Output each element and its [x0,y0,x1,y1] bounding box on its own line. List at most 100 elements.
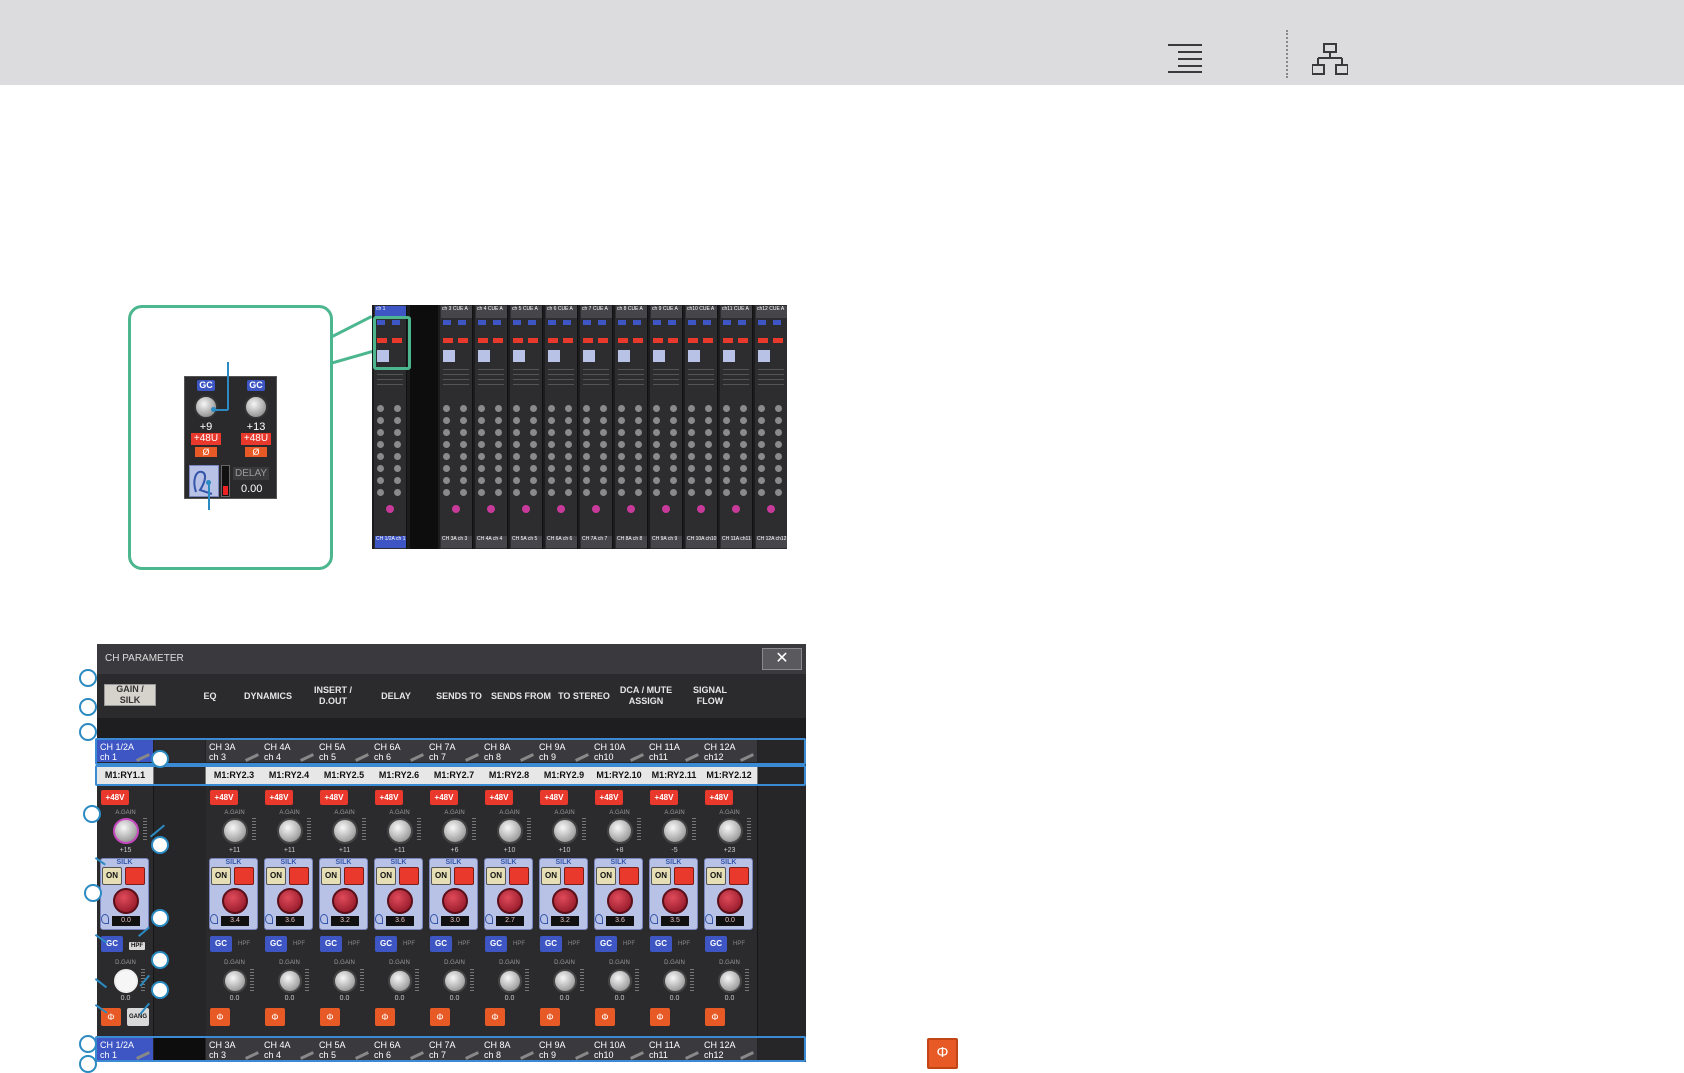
overview-strip[interactable]: ch 8 CUE A CH 8A ch 8 [615,305,648,549]
phantom-power-button[interactable]: +48U [241,433,271,445]
hpf-button[interactable]: HPF [568,941,580,947]
digital-gain-knob[interactable] [114,969,138,993]
phase-button[interactable]: Φ [650,1008,670,1026]
phase-button[interactable]: Ø [195,447,217,457]
hpf-button[interactable]: HPF [129,942,145,950]
silk-texture-knob[interactable] [332,888,358,914]
phantom-power-button[interactable]: +48V [650,790,678,805]
phantom-power-button[interactable]: +48V [375,790,403,805]
silk-type-button[interactable] [399,867,419,885]
phantom-power-button[interactable]: +48V [320,790,348,805]
analog-gain-knob[interactable] [332,818,358,844]
hpf-button[interactable]: HPF [403,941,415,947]
hpf-button[interactable]: HPF [678,941,690,947]
digital-gain-knob[interactable] [553,969,577,993]
phase-button[interactable]: Φ [540,1008,560,1026]
hpf-button[interactable]: HPF [733,941,745,947]
tab-delay[interactable]: DELAY [365,680,427,712]
silk-texture-knob[interactable] [607,888,633,914]
silk-on-button[interactable]: ON [651,867,671,885]
gain-compensation-button[interactable]: GC [210,936,232,952]
overview-strip[interactable]: ch 4 CUE A CH 4A ch 4 [475,305,508,549]
analog-gain-knob[interactable] [113,818,139,844]
phantom-power-button[interactable]: +48V [705,790,733,805]
silk-type-button[interactable] [729,867,749,885]
digital-gain-knob[interactable] [278,969,302,993]
analog-gain-knob[interactable] [442,818,468,844]
tab-insert-d-out[interactable]: INSERT / D.OUT [302,680,364,712]
overview-strip[interactable]: ch11 CUE A CH 11A ch11 [720,305,753,549]
hpf-button[interactable]: HPF [238,941,250,947]
silk-type-button[interactable] [344,867,364,885]
gain-compensation-button[interactable]: GC [101,936,123,952]
silk-on-button[interactable]: ON [211,867,231,885]
phantom-power-button[interactable]: +48V [430,790,458,805]
gain-compensation-button[interactable]: GC [375,936,397,952]
hpf-button[interactable]: HPF [458,941,470,947]
digital-gain-knob[interactable] [388,969,412,993]
tab-signal-flow[interactable]: SIGNAL FLOW [679,680,741,712]
phantom-power-button[interactable]: +48V [595,790,623,805]
digital-gain-knob[interactable] [608,969,632,993]
overview-strip[interactable]: ch 3 CUE A CH 3A ch 3 [440,305,473,549]
overview-strip[interactable]: ch 5 CUE A CH 5A ch 5 [510,305,543,549]
phase-button[interactable]: Ø [245,447,267,457]
digital-gain-knob[interactable] [223,969,247,993]
analog-gain-knob[interactable] [607,818,633,844]
phantom-power-button[interactable]: +48V [485,790,513,805]
phantom-power-button[interactable]: +48U [191,433,221,445]
overview-strip[interactable]: ch 9 CUE A CH 9A ch 9 [650,305,683,549]
gain-compensation-button[interactable]: GC [320,936,342,952]
phase-button[interactable]: Φ [927,1038,958,1069]
silk-texture-knob[interactable] [222,888,248,914]
silk-texture-knob[interactable] [717,888,743,914]
gain-compensation-button[interactable]: GC [705,936,727,952]
menu-icon[interactable] [1168,43,1202,73]
digital-gain-knob[interactable] [443,969,467,993]
analog-gain-knob[interactable] [497,818,523,844]
close-button[interactable]: ✕ [762,648,802,670]
analog-gain-knob[interactable] [277,818,303,844]
silk-type-button[interactable] [674,867,694,885]
phase-button[interactable]: Φ [595,1008,615,1026]
hierarchy-icon[interactable] [1312,43,1348,75]
silk-on-button[interactable]: ON [706,867,726,885]
phase-button[interactable]: Φ [265,1008,285,1026]
phantom-power-button[interactable]: +48V [210,790,238,805]
silk-type-button[interactable] [125,867,145,885]
gain-compensation-button[interactable]: GC [430,936,452,952]
overview-strip[interactable]: ch 7 CUE A CH 7A ch 7 [580,305,613,549]
analog-gain-knob[interactable] [662,818,688,844]
tab-sends-from[interactable]: SENDS FROM [490,680,552,712]
phase-button[interactable]: Φ [210,1008,230,1026]
silk-on-button[interactable]: ON [102,867,122,885]
silk-on-button[interactable]: ON [486,867,506,885]
phantom-power-button[interactable]: +48V [540,790,568,805]
silk-texture-knob[interactable] [277,888,303,914]
silk-type-button[interactable] [619,867,639,885]
digital-gain-knob[interactable] [718,969,742,993]
phase-button[interactable]: Φ [430,1008,450,1026]
overview-strip[interactable]: ch10 CUE A CH 10A ch10 [685,305,718,549]
analog-gain-knob[interactable] [552,818,578,844]
silk-texture-knob[interactable] [442,888,468,914]
digital-gain-knob[interactable] [333,969,357,993]
silk-on-button[interactable]: ON [266,867,286,885]
silk-type-button[interactable] [509,867,529,885]
silk-on-button[interactable]: ON [431,867,451,885]
silk-texture-knob[interactable] [497,888,523,914]
silk-type-button[interactable] [454,867,474,885]
silk-on-button[interactable]: ON [321,867,341,885]
phase-button[interactable]: Φ [485,1008,505,1026]
analog-gain-knob[interactable] [222,818,248,844]
overview-strip[interactable]: ch 6 CUE A CH 6A ch 6 [545,305,578,549]
hpf-button[interactable]: HPF [513,941,525,947]
gain-knob-right[interactable] [244,395,268,419]
silk-texture-knob[interactable] [113,888,139,914]
hpf-button[interactable]: HPF [348,941,360,947]
hpf-button[interactable]: HPF [623,941,635,947]
silk-texture-knob[interactable] [387,888,413,914]
phase-button[interactable]: Φ [320,1008,340,1026]
silk-on-button[interactable]: ON [541,867,561,885]
tab-to-stereo[interactable]: TO STEREO [553,680,615,712]
